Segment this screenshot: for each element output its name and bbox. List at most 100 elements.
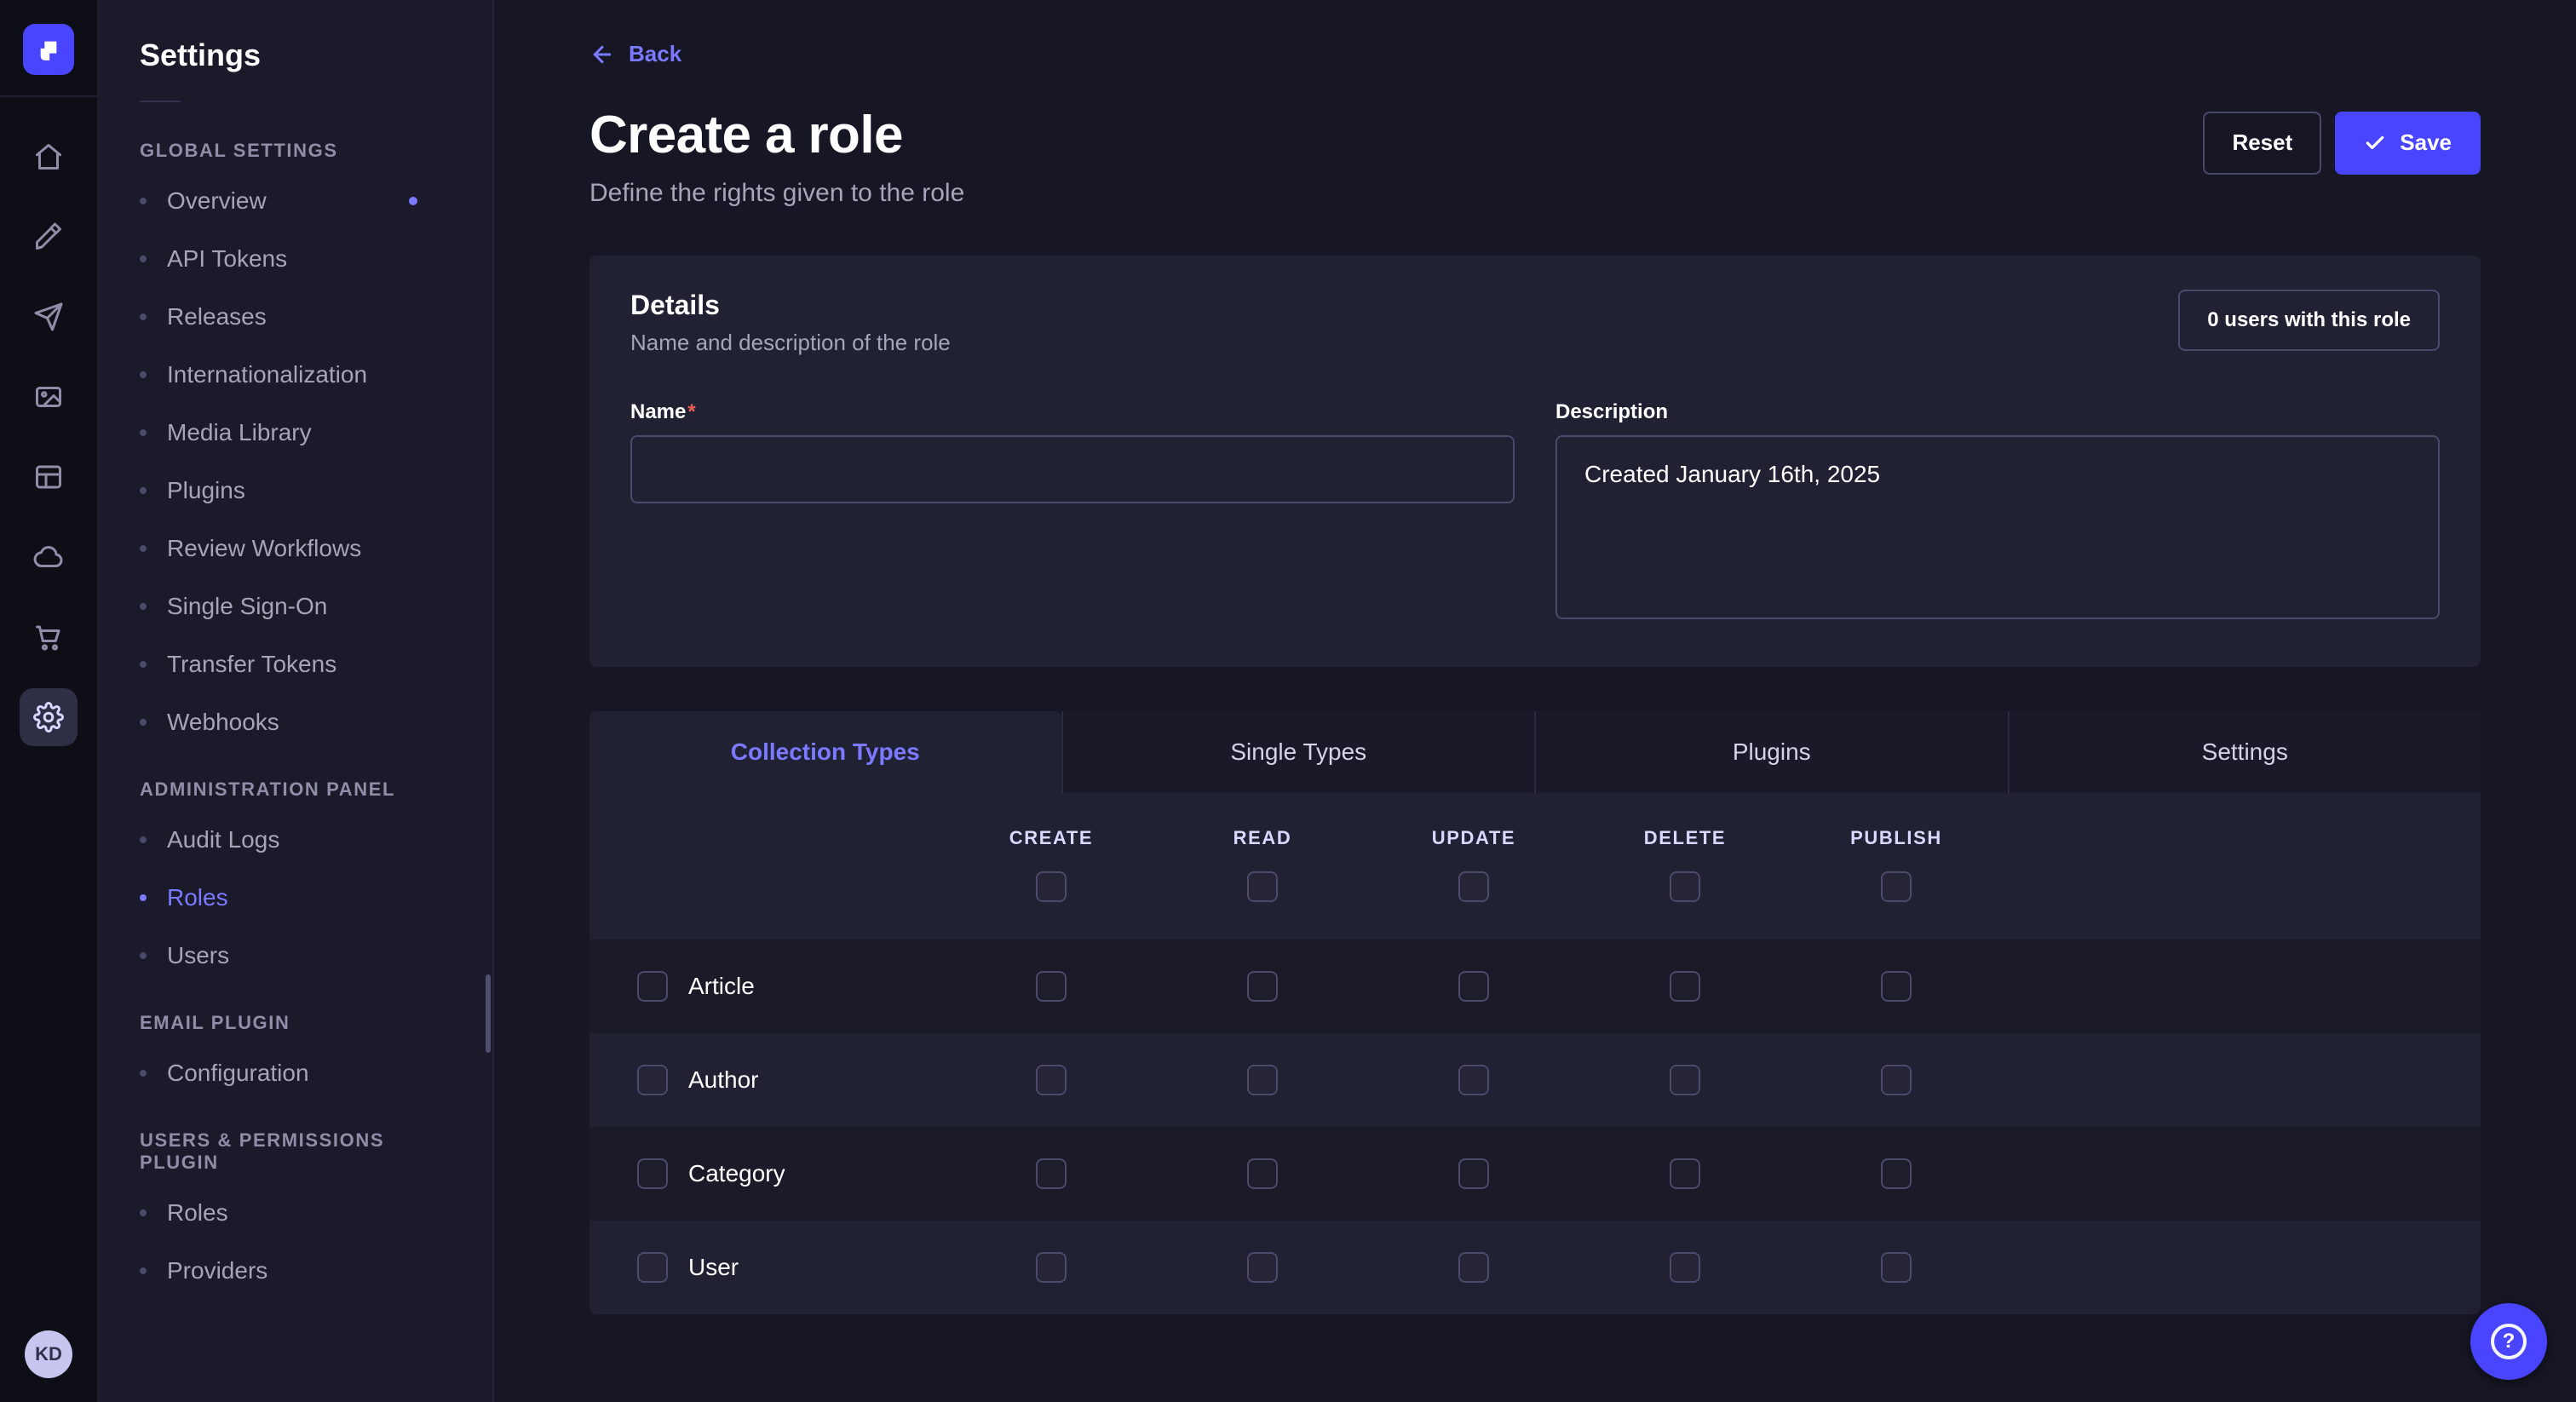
nav-settings-button[interactable] (20, 688, 78, 746)
permission-checkbox-delete[interactable] (1670, 1158, 1700, 1189)
tab-collection-types[interactable]: Collection Types (589, 711, 1061, 793)
permission-checkbox-publish[interactable] (1881, 1065, 1912, 1095)
item-label: Webhooks (167, 709, 279, 736)
sidebar-item-internationalization[interactable]: Internationalization (99, 346, 492, 404)
nav-cloud-button[interactable] (20, 528, 78, 586)
help-button[interactable]: ? (2470, 1303, 2547, 1380)
permission-checkbox-create[interactable] (1036, 1065, 1067, 1095)
item-label: Review Workflows (167, 535, 361, 562)
nav-layout-button[interactable] (20, 448, 78, 506)
item-label: Overview (167, 187, 267, 215)
sidebar-item-audit-logs[interactable]: Audit Logs (99, 811, 492, 869)
tab-settings[interactable]: Settings (2008, 711, 2481, 793)
permission-checkbox-delete[interactable] (1670, 971, 1700, 1002)
permission-checkbox-delete[interactable] (1670, 1252, 1700, 1283)
permission-checkbox-read[interactable] (1247, 1158, 1278, 1189)
avatar-initials: KD (35, 1343, 62, 1365)
sidebar-item-up-roles[interactable]: Roles (99, 1184, 492, 1242)
bullet-icon (140, 487, 147, 494)
details-card-header: Details Name and description of the role… (630, 290, 2440, 356)
row-select-checkbox[interactable] (637, 1158, 668, 1189)
nav-home-button[interactable] (20, 128, 78, 186)
nav-content-button[interactable] (20, 208, 78, 266)
select-all-delete-checkbox[interactable] (1670, 871, 1700, 902)
row-select-checkbox[interactable] (637, 971, 668, 1002)
row-label: Article (688, 973, 755, 1000)
tab-single-types[interactable]: Single Types (1061, 711, 1535, 793)
paper-plane-icon (33, 302, 64, 332)
table-row-user: User (589, 1221, 2481, 1314)
nav-deploy-button[interactable] (20, 288, 78, 346)
permission-checkbox-update[interactable] (1458, 971, 1489, 1002)
permission-checkbox-update[interactable] (1458, 1252, 1489, 1283)
permission-checkbox-update[interactable] (1458, 1158, 1489, 1189)
back-link[interactable]: Back (589, 41, 681, 67)
save-button[interactable]: Save (2335, 112, 2481, 175)
table-row-category: Category (589, 1127, 2481, 1221)
item-label: Releases (167, 303, 267, 330)
sidebar-item-configuration[interactable]: Configuration (99, 1044, 492, 1102)
sidebar-item-transfer-tokens[interactable]: Transfer Tokens (99, 635, 492, 693)
bullet-icon (140, 952, 147, 959)
sidebar-scrollbar-thumb[interactable] (486, 974, 491, 1053)
item-label: API Tokens (167, 245, 287, 273)
item-label: Roles (167, 1199, 228, 1227)
item-label: Configuration (167, 1060, 309, 1087)
bullet-icon (140, 603, 147, 610)
permission-checkbox-publish[interactable] (1881, 971, 1912, 1002)
permissions-table-header: CREATE READ UPDATE DELETE PUBLISH (589, 793, 2481, 939)
item-label: Internationalization (167, 361, 367, 388)
sidebar-item-users[interactable]: Users (99, 927, 492, 985)
name-label-text: Name (630, 400, 686, 423)
row-select-checkbox[interactable] (637, 1065, 668, 1095)
permission-checkbox-read[interactable] (1247, 1252, 1278, 1283)
name-label: Name* (630, 400, 696, 423)
sidebar-item-providers[interactable]: Providers (99, 1242, 492, 1300)
permission-checkbox-publish[interactable] (1881, 1252, 1912, 1283)
permission-checkbox-read[interactable] (1247, 971, 1278, 1002)
tab-plugins[interactable]: Plugins (1534, 711, 2008, 793)
select-all-update-checkbox[interactable] (1458, 871, 1489, 902)
nav-media-button[interactable] (20, 368, 78, 426)
permission-checkbox-create[interactable] (1036, 971, 1067, 1002)
permission-checkbox-update[interactable] (1458, 1065, 1489, 1095)
sidebar-item-media-library[interactable]: Media Library (99, 404, 492, 462)
sidebar-item-review-workflows[interactable]: Review Workflows (99, 520, 492, 577)
strapi-logo[interactable] (23, 24, 74, 75)
rail-icon-list (20, 128, 78, 746)
sidebar-item-roles[interactable]: Roles (99, 869, 492, 927)
sidebar-item-api-tokens[interactable]: API Tokens (99, 230, 492, 288)
sidebar-item-webhooks[interactable]: Webhooks (99, 693, 492, 751)
row-label: Author (688, 1066, 759, 1094)
select-all-create-checkbox[interactable] (1036, 871, 1067, 902)
sidebar-item-plugins[interactable]: Plugins (99, 462, 492, 520)
divider (0, 95, 98, 97)
pen-icon (33, 221, 64, 252)
item-label: Audit Logs (167, 826, 279, 853)
reset-button[interactable]: Reset (2203, 112, 2321, 175)
select-all-read-checkbox[interactable] (1247, 871, 1278, 902)
description-field-group: Description Created January 16th, 2025 (1555, 394, 2440, 626)
permission-checkbox-read[interactable] (1247, 1065, 1278, 1095)
permission-checkbox-create[interactable] (1036, 1252, 1067, 1283)
page-subtitle: Define the rights given to the role (589, 179, 964, 208)
name-input[interactable] (630, 435, 1515, 503)
bullet-icon (140, 836, 147, 843)
bullet-icon (140, 429, 147, 436)
permission-checkbox-delete[interactable] (1670, 1065, 1700, 1095)
users-with-role-button[interactable]: 0 users with this role (2178, 290, 2440, 351)
permission-checkbox-create[interactable] (1036, 1158, 1067, 1189)
row-select-checkbox[interactable] (637, 1252, 668, 1283)
description-textarea[interactable]: Created January 16th, 2025 (1555, 435, 2440, 619)
sidebar-item-single-sign-on[interactable]: Single Sign-On (99, 577, 492, 635)
sidebar-item-overview[interactable]: Overview (99, 172, 492, 230)
main-nav-rail: KD (0, 0, 99, 1402)
permission-checkbox-publish[interactable] (1881, 1158, 1912, 1189)
notification-dot-icon (409, 197, 417, 205)
sidebar-item-releases[interactable]: Releases (99, 288, 492, 346)
avatar[interactable]: KD (25, 1330, 72, 1378)
select-all-publish-checkbox[interactable] (1881, 871, 1912, 902)
nav-marketplace-button[interactable] (20, 608, 78, 666)
permissions-table: CREATE READ UPDATE DELETE PUBLISH (589, 793, 2481, 1314)
section-header-email-plugin: EMAIL PLUGIN (99, 985, 492, 1044)
